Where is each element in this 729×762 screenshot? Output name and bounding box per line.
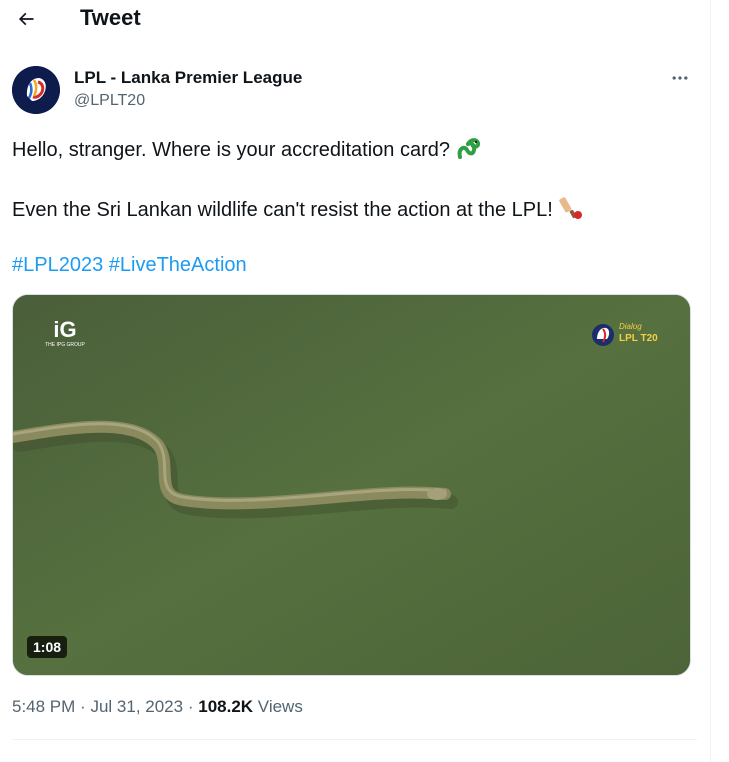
views-label: Views [257,697,303,716]
ipg-watermark-logo: iG THE IPG GROUP [45,317,85,349]
tweet-time[interactable]: 5:48 PM [12,697,75,716]
more-options-button[interactable] [666,66,694,90]
svg-text:Dialog: Dialog [619,322,642,331]
more-horizontal-icon [672,76,688,80]
tweet-date[interactable]: Jul 31, 2023 [90,697,183,716]
author-handle[interactable]: @LPLT20 [74,92,145,110]
views-count: 108.2K [198,697,254,716]
page-title: Tweet [80,5,141,30]
header: Tweet [0,0,710,40]
svg-text:LPL T20: LPL T20 [619,333,658,344]
avatar[interactable] [12,66,60,114]
lpl-watermark-logo: Dialog LPL T20 [592,322,658,346]
tweet-video[interactable]: iG THE IPG GROUP Dialog LPL T20 1:08 [12,294,691,676]
lpl-lion-logo [12,66,60,114]
column-border [710,0,711,762]
tweet-text-2: Even the Sri Lankan wildlife can't resis… [12,199,553,221]
cricket-bat-emoji-icon [559,195,583,228]
tweet-text-1: Hello, stranger. Where is your accredita… [12,139,450,161]
author-name[interactable]: LPL - Lanka Premier League [74,68,302,88]
back-arrow-icon [18,12,34,26]
back-button[interactable] [12,5,40,33]
video-duration-badge: 1:08 [27,636,68,658]
video-thumbnail-snake [13,295,690,675]
tweet-meta: 5:48 PM · Jul 31, 2023 · 108.2K Views [12,697,303,716]
divider [12,739,697,740]
hashtags: #LPL2023 #LiveTheAction [12,252,247,278]
hashtag-livetheaction[interactable]: #LiveTheAction [109,254,247,276]
snake-emoji-icon [456,137,482,168]
tweet-text-line-1: Hello, stranger. Where is your accredita… [12,137,482,168]
tweet-text-line-2: Even the Sri Lankan wildlife can't resis… [12,195,583,228]
hashtag-lpl2023[interactable]: #LPL2023 [12,254,103,276]
